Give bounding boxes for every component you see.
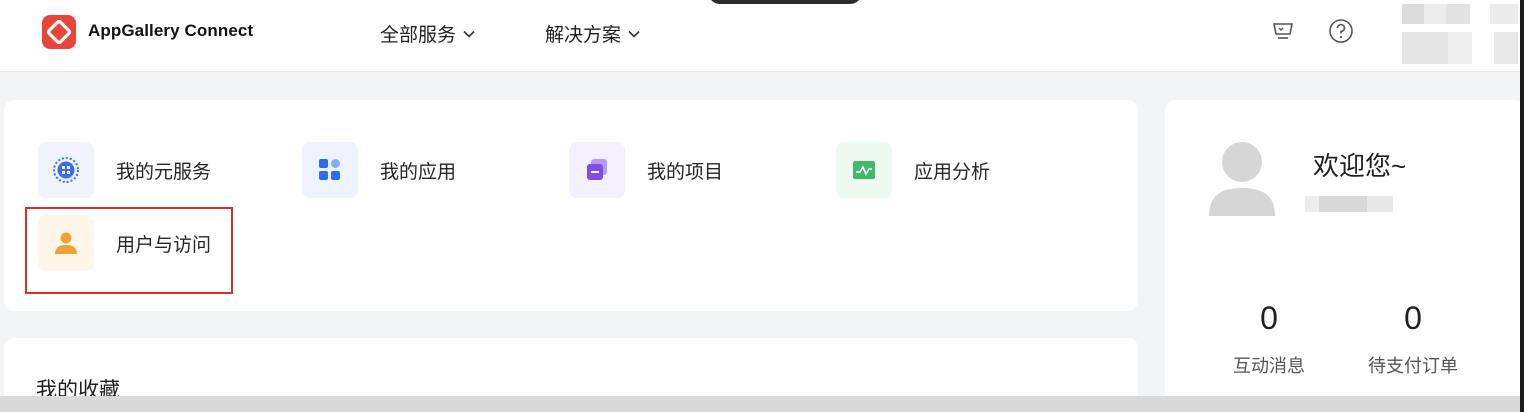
redacted-user-block: [1402, 4, 1424, 24]
chevron-down-icon: [463, 30, 475, 38]
redacted-username-block: [1367, 196, 1393, 212]
appgallery-logo-icon[interactable]: [42, 15, 76, 49]
highlight-box: [25, 207, 233, 294]
analytics-chart-icon: [836, 142, 892, 198]
chevron-down-icon: [628, 30, 640, 38]
store-icon[interactable]: [1269, 17, 1297, 45]
redacted-user-block: [1446, 4, 1470, 24]
nav-all-services-label: 全部服务: [380, 25, 457, 46]
redacted-user-block: [1448, 32, 1472, 64]
avatar[interactable]: [1207, 140, 1277, 216]
shortcut-my-apps[interactable]: 我的应用: [302, 142, 456, 198]
brand-name[interactable]: AppGallery Connect: [88, 21, 253, 41]
project-stack-icon: [569, 142, 625, 198]
redacted-user-block: [1494, 32, 1518, 64]
redacted-username-block: [1319, 196, 1367, 212]
nav-solutions-label: 解决方案: [545, 25, 622, 46]
shortcut-app-analytics[interactable]: 应用分析: [836, 142, 990, 198]
stat-messages-count[interactable]: 0: [1229, 300, 1309, 337]
shortcut-my-atomic-services[interactable]: 我的元服务: [38, 142, 211, 198]
redacted-user-block: [1490, 4, 1518, 24]
shortcut-label: 我的项目: [647, 161, 724, 183]
atomic-service-icon: [38, 142, 94, 198]
bottom-edge: [0, 396, 1524, 412]
redacted-user-block: [1424, 4, 1446, 24]
nav-solutions[interactable]: 解决方案: [545, 20, 641, 47]
stat-pending-orders-count[interactable]: 0: [1373, 300, 1453, 337]
welcome-text: 欢迎您~: [1313, 151, 1407, 181]
shortcut-label: 我的元服务: [116, 161, 212, 183]
screen-edge: [1520, 0, 1524, 412]
help-icon[interactable]: [1327, 17, 1355, 45]
stat-messages-label[interactable]: 互动消息: [1229, 352, 1309, 378]
stat-pending-orders-label[interactable]: 待支付订单: [1363, 352, 1463, 378]
redacted-user-block: [1402, 32, 1448, 64]
camera-notch: [708, 0, 862, 4]
shortcut-my-projects[interactable]: 我的项目: [569, 142, 723, 198]
shortcut-label: 应用分析: [914, 161, 991, 183]
top-navigation-bar: AppGallery Connect 全部服务 解决方案: [0, 0, 1524, 72]
nav-all-services[interactable]: 全部服务: [380, 20, 476, 47]
apps-grid-icon: [302, 142, 358, 198]
shortcut-label: 我的应用: [380, 161, 457, 183]
